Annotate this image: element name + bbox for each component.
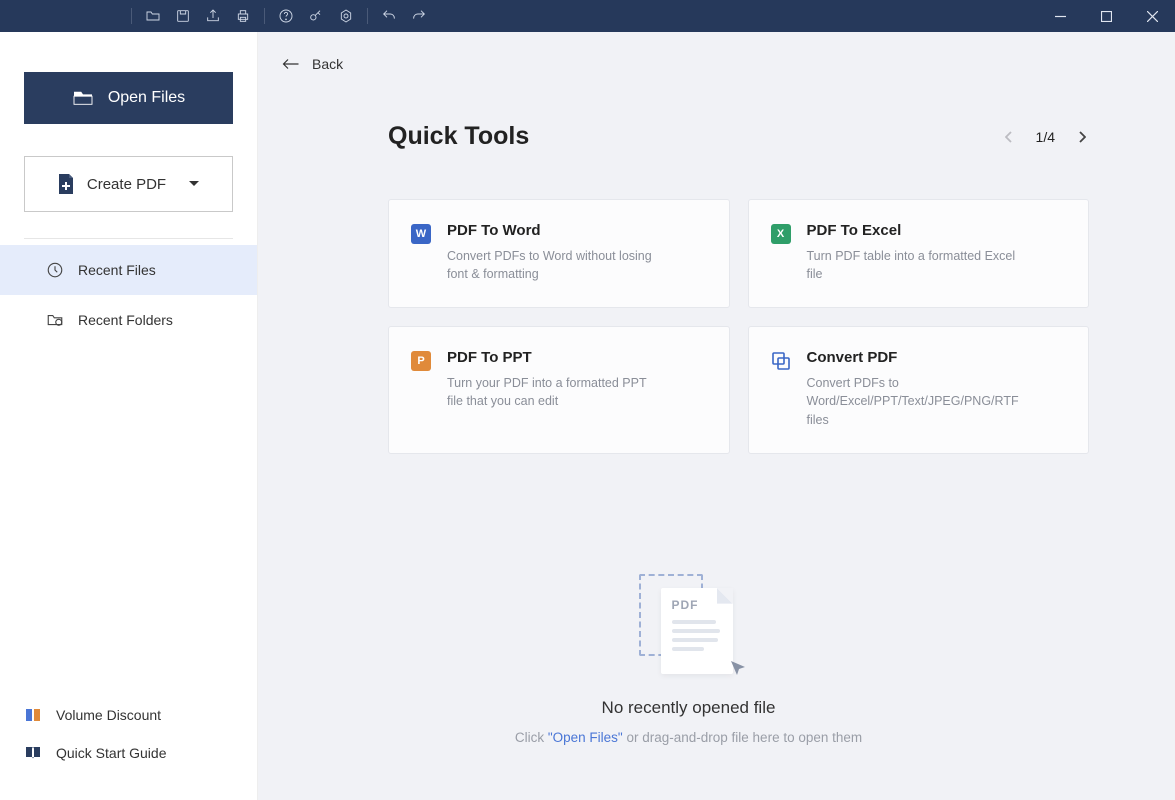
pdf-badge: PDF (672, 598, 722, 612)
page-title: Quick Tools (388, 122, 529, 151)
toolbar-separator (264, 8, 265, 24)
excel-icon: X (771, 224, 791, 244)
open-files-link[interactable]: "Open Files" (548, 730, 623, 745)
sidebar-bottom: Volume Discount Quick Start Guide (0, 696, 257, 800)
folder-clock-icon (46, 311, 64, 329)
tool-convert-pdf[interactable]: Convert PDF Convert PDFs to Word/Excel/P… (748, 326, 1090, 453)
empty-title: No recently opened file (602, 698, 776, 718)
volume-discount-label: Volume Discount (56, 707, 161, 723)
back-button[interactable]: Back (258, 52, 1089, 76)
open-files-button[interactable]: Open Files (24, 72, 233, 124)
clock-icon (46, 261, 64, 279)
tool-desc: Convert PDFs to Word/Excel/PPT/Text/JPEG… (807, 374, 1017, 428)
quick-start-guide-label: Quick Start Guide (56, 745, 167, 761)
share-icon[interactable] (204, 7, 222, 25)
recent-folders-label: Recent Folders (78, 312, 173, 328)
tools-grid: W PDF To Word Convert PDFs to Word witho… (388, 199, 1089, 454)
title-bar (0, 0, 1175, 32)
tool-desc: Convert PDFs to Word without losing font… (447, 247, 657, 283)
quick-start-guide-link[interactable]: Quick Start Guide (0, 734, 257, 772)
empty-sub-pre: Click (515, 730, 548, 745)
redo-icon[interactable] (410, 7, 428, 25)
create-pdf-icon (57, 174, 75, 194)
word-icon: W (411, 224, 431, 244)
pager-text: 1/4 (1036, 129, 1055, 145)
pager-next[interactable] (1075, 130, 1089, 144)
sidebar-item-recent-files[interactable]: Recent Files (0, 245, 257, 295)
key-icon[interactable] (307, 7, 325, 25)
help-icon[interactable] (277, 7, 295, 25)
open-files-label: Open Files (108, 89, 185, 107)
pdf-illustration: PDF (639, 574, 739, 676)
toolbar-separator (367, 8, 368, 24)
open-icon[interactable] (144, 7, 162, 25)
maximize-button[interactable] (1083, 0, 1129, 32)
empty-subtitle: Click "Open Files" or drag-and-drop file… (515, 730, 862, 745)
volume-discount-link[interactable]: Volume Discount (0, 696, 257, 734)
create-pdf-label: Create PDF (87, 176, 166, 193)
cursor-icon (729, 659, 747, 682)
close-button[interactable] (1129, 0, 1175, 32)
tool-title: PDF To PPT (447, 349, 657, 366)
tool-title: PDF To Word (447, 222, 657, 239)
recent-files-label: Recent Files (78, 262, 156, 278)
tool-pdf-to-excel[interactable]: X PDF To Excel Turn PDF table into a for… (748, 199, 1090, 308)
undo-icon[interactable] (380, 7, 398, 25)
sidebar: Open Files Create PDF Recent Files Recen… (0, 32, 258, 800)
tool-title: Convert PDF (807, 349, 1017, 366)
empty-state: PDF No recently opened file Click "Open … (338, 574, 1039, 745)
arrow-left-icon (282, 57, 300, 71)
window-controls (1037, 0, 1175, 32)
main-area: Back Quick Tools 1/4 W PDF To Word Conve… (258, 32, 1175, 800)
volume-discount-icon (24, 706, 42, 724)
convert-icon (771, 351, 791, 371)
minimize-button[interactable] (1037, 0, 1083, 32)
book-icon (24, 744, 42, 762)
tool-desc: Turn your PDF into a formatted PPT file … (447, 374, 657, 410)
toolbar-separator (131, 8, 132, 24)
tool-desc: Turn PDF table into a formatted Excel fi… (807, 247, 1017, 283)
save-icon[interactable] (174, 7, 192, 25)
chevron-down-icon (188, 180, 200, 188)
tool-title: PDF To Excel (807, 222, 1017, 239)
sidebar-item-recent-folders[interactable]: Recent Folders (0, 295, 257, 345)
tool-pdf-to-word[interactable]: W PDF To Word Convert PDFs to Word witho… (388, 199, 730, 308)
print-icon[interactable] (234, 7, 252, 25)
create-pdf-button[interactable]: Create PDF (24, 156, 233, 212)
sidebar-divider (24, 238, 233, 239)
tool-pdf-to-ppt[interactable]: P PDF To PPT Turn your PDF into a format… (388, 326, 730, 453)
back-label: Back (312, 56, 343, 72)
pager-prev[interactable] (1002, 130, 1016, 144)
empty-sub-post: or drag-and-drop file here to open them (623, 730, 862, 745)
ppt-icon: P (411, 351, 431, 371)
pager: 1/4 (1002, 129, 1089, 145)
settings-icon[interactable] (337, 7, 355, 25)
folder-icon (72, 89, 94, 107)
